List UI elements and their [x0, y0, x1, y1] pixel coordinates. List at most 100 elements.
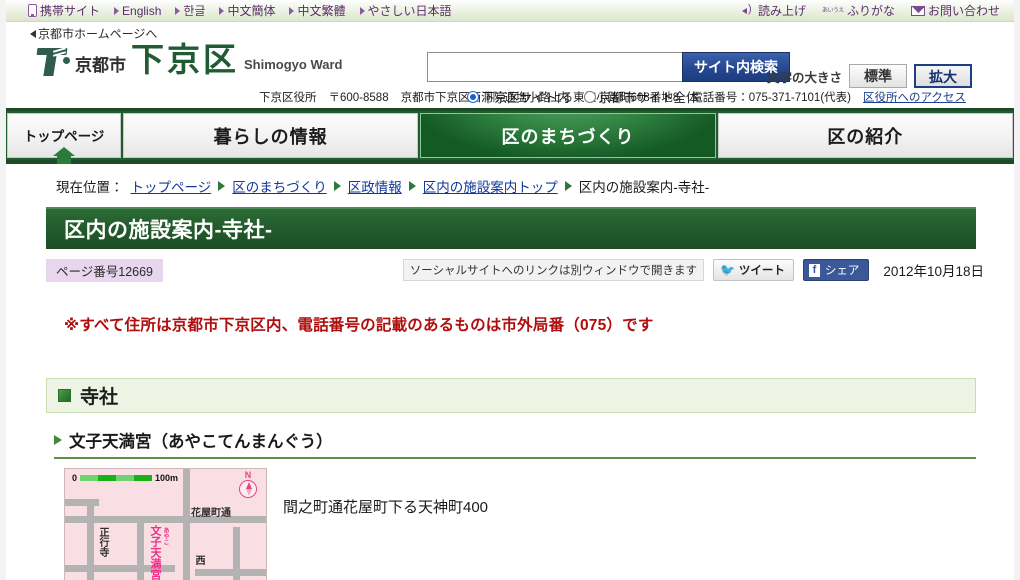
map-road	[137, 516, 144, 580]
map-road	[195, 569, 266, 576]
triangle-bullet-icon	[359, 6, 365, 15]
logo-city-label: 京都市	[75, 56, 126, 75]
utility-bar-left: 携帯サイト English 한글 中文簡体 中文繁體 やさしい日本語	[28, 2, 452, 19]
text-size-standard-button[interactable]: 標準	[849, 64, 907, 88]
breadcrumb-prefix: 現在位置：	[56, 180, 124, 195]
map-road	[183, 469, 190, 580]
map-label-shogyoji: 正行寺	[97, 527, 108, 557]
page-number-badge: ページ番号12669	[46, 258, 164, 282]
breadcrumb-item-top-page[interactable]: トップページ	[131, 176, 212, 196]
map-label-nishi: 西	[193, 555, 204, 565]
util-link-contact[interactable]: お問い合わせ	[910, 2, 1000, 19]
back-to-city-homepage-link[interactable]: 京都市ホームページへ	[30, 25, 157, 42]
map-label-hanayacho: 花屋町通	[191, 508, 231, 519]
utility-bar-right: 読み上げ あいうえ ふりがな お問い合わせ	[741, 2, 1000, 19]
nav-label: 暮らしの情報	[213, 126, 328, 147]
published-date: 2012年10月18日	[883, 264, 984, 279]
logo-english-label: Shimogyo Ward	[244, 57, 343, 72]
map-road	[65, 516, 266, 523]
util-label: ふりがな	[846, 4, 895, 18]
facebook-share-button[interactable]: f シェア	[802, 259, 870, 281]
furigana-icon: あいうえ	[821, 7, 845, 14]
compass-north-label: N	[244, 470, 252, 480]
triangle-bullet-icon	[289, 6, 295, 15]
page-root: 携帯サイト English 한글 中文簡体 中文繁體 やさしい日本語) 読み上…	[0, 0, 1020, 580]
breadcrumb: 現在位置： トップページ 区のまちづくり 区政情報 区内の施設案内トップ 区内の…	[6, 164, 1014, 207]
util-link-furigana[interactable]: あいうえ ふりがな	[822, 2, 895, 19]
facility-name: 文子天満宮（あやこてんまんぐう）	[69, 433, 333, 451]
utility-bar: 携帯サイト English 한글 中文簡体 中文繁體 やさしい日本語) 読み上…	[6, 0, 1014, 22]
radio-label: 京都市サイト全体	[598, 91, 699, 105]
triangle-bullet-icon	[175, 6, 181, 15]
global-navigation: トップページ 暮らしの情報 区のまちづくり 区の紹介	[6, 108, 1014, 164]
map-label-ayako-ruby: あやこ	[162, 527, 168, 545]
nav-item-living-info[interactable]: 暮らしの情報	[123, 113, 419, 158]
page-title: 区内の施設案内-寺社-	[64, 219, 273, 242]
triangle-left-icon	[30, 29, 36, 38]
breadcrumb-item-ward-administration[interactable]: 区政情報	[348, 176, 402, 196]
radio-on-icon	[467, 90, 479, 103]
nav-item-ward-development[interactable]: 区のまちづくり	[420, 113, 716, 158]
section-header-temples: 寺社	[46, 378, 976, 413]
search-scope-radios: 下京区サイト内 京都市サイト全体	[427, 87, 790, 106]
util-link-korean[interactable]: 한글	[175, 2, 205, 19]
tweet-button[interactable]: 🐦 ツイート	[712, 259, 794, 281]
site-search: サイト内検索 下京区サイト内 京都市サイト全体	[427, 52, 790, 106]
facility-heading: 文子天満宮（あやこてんまんぐう）	[54, 428, 976, 459]
twitter-bird-icon: 🐦	[719, 263, 735, 277]
back-link-label: 京都市ホームページへ	[38, 27, 158, 41]
site-logo[interactable]: 京都市 下京区 Shimogyo Ward	[36, 43, 342, 76]
util-link-english[interactable]: English	[114, 4, 161, 18]
map-scale-bar: 0 100m	[72, 473, 178, 483]
util-label: 中文簡体	[227, 4, 276, 18]
text-size-large-button[interactable]: 拡大	[914, 64, 972, 88]
util-label: 読み上げ	[757, 4, 806, 18]
logo-ward-label: 下京区	[131, 41, 239, 78]
page-meta-right: ソーシャルサイトへのリンクは別ウィンドウで開きます 🐦 ツイート f シェア 2…	[402, 259, 984, 281]
util-link-easy-japanese[interactable]: やさしい日本語	[359, 2, 452, 19]
office-access-link[interactable]: 区役所へのアクセス	[863, 89, 966, 105]
search-row: サイト内検索	[427, 52, 790, 82]
page-title-bar: 区内の施設案内-寺社-	[46, 207, 976, 249]
util-link-mobile-site[interactable]: 携帯サイト	[28, 2, 100, 19]
facility-map-thumbnail[interactable]: 0 100m N 花屋町通 正行寺 文子天満宮 あやこ 西	[64, 468, 267, 580]
util-label: 中文繁體	[297, 4, 346, 18]
nav-item-top-page[interactable]: トップページ	[7, 113, 121, 164]
mobile-phone-icon	[28, 4, 37, 17]
map-road	[233, 527, 240, 580]
breadcrumb-item-current: 区内の施設案内-寺社-	[578, 180, 710, 195]
map-road	[65, 499, 99, 506]
page-meta-row: ページ番号12669 ソーシャルサイトへのリンクは別ウィンドウで開きます 🐦 ツ…	[46, 258, 984, 282]
triangle-bullet-icon	[114, 6, 120, 15]
share-label: シェア	[824, 265, 860, 277]
util-link-chinese-traditional[interactable]: 中文繁體	[289, 2, 346, 19]
breadcrumb-separator-icon	[564, 181, 572, 191]
site-header: 京都市ホームページへ 京都市 下京区 Shimogyo Ward サイト内検索 …	[6, 22, 1014, 105]
radio-scope-city[interactable]: 京都市サイト全体	[583, 87, 699, 106]
breadcrumb-item-ward-development[interactable]: 区のまちづくり	[232, 176, 327, 196]
util-label: 携帯サイト	[40, 4, 101, 18]
util-label: お問い合わせ	[927, 4, 1000, 18]
breadcrumb-separator-icon	[408, 181, 416, 191]
scale-line-icon	[80, 475, 153, 481]
util-link-read-aloud[interactable]: 読み上げ	[741, 2, 806, 19]
nav-label: トップページ	[23, 128, 105, 144]
office-name: 下京区役所	[259, 92, 317, 104]
radio-scope-ward[interactable]: 下京区サイト内	[467, 87, 570, 106]
nav-label: 区のまちづくり	[501, 126, 635, 147]
tweet-label: ツイート	[738, 265, 785, 277]
breadcrumb-separator-icon	[333, 181, 341, 191]
util-link-chinese-simplified[interactable]: 中文簡体	[219, 2, 275, 19]
search-input[interactable]	[427, 52, 682, 82]
triangle-bullet-icon	[54, 435, 62, 445]
map-road	[87, 499, 94, 580]
compass-icon: N	[238, 471, 258, 498]
facebook-icon: f	[808, 263, 820, 277]
breadcrumb-item-facility-guide-top[interactable]: 区内の施設案内トップ	[423, 176, 558, 196]
nav-item-ward-introduction[interactable]: 区の紹介	[717, 113, 1013, 158]
address-notice: ※すべて住所は京都市下京区内、電話番号の記載のあるものは市外局番（075）です	[64, 317, 654, 334]
section-title: 寺社	[80, 387, 119, 408]
util-label: 한글	[183, 4, 206, 18]
speaker-icon	[741, 3, 755, 17]
util-label: やさしい日本語	[367, 4, 452, 18]
